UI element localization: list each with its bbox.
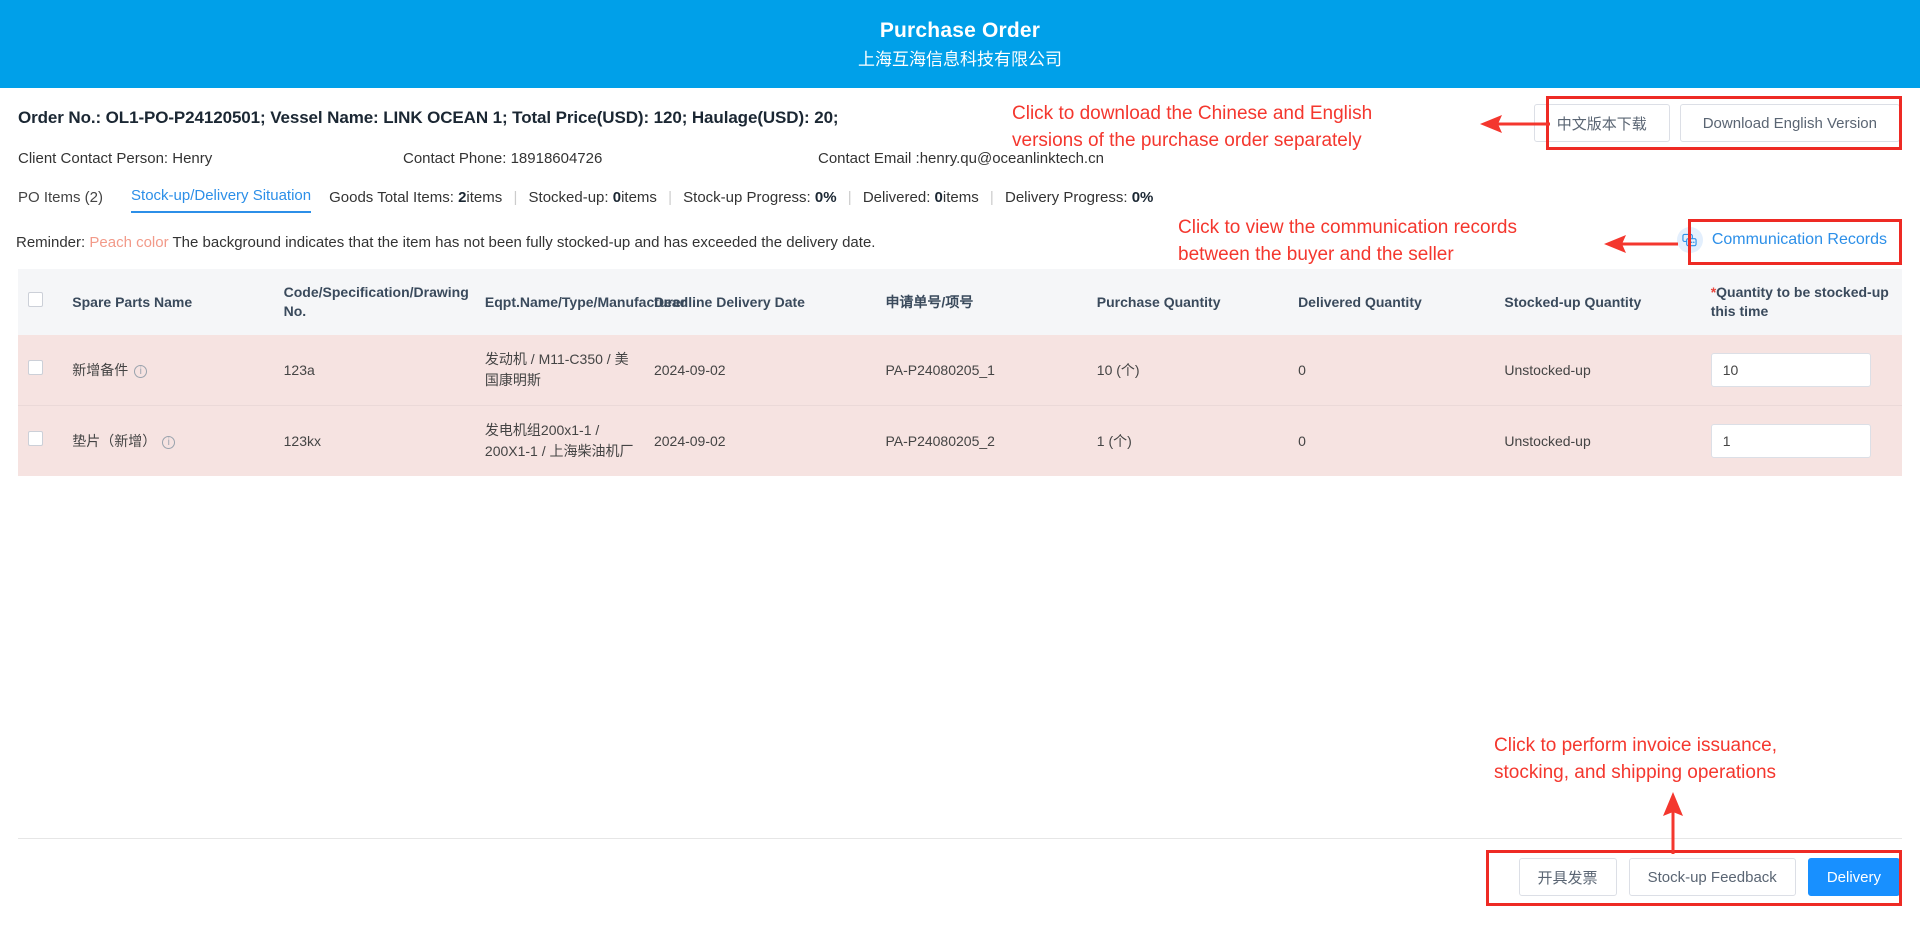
- cell-application-no: PA-P24080205_2: [885, 432, 995, 449]
- tab-stockup-delivery-situation[interactable]: Stock-up/Delivery Situation: [131, 187, 312, 213]
- stat-stocked-up-label: Stocked-up:: [528, 189, 609, 206]
- stat-delivered-label: Delivered:: [862, 189, 931, 206]
- stat-delivery-progress-value: 0: [1131, 189, 1141, 206]
- cell-code: 123a: [273, 335, 475, 406]
- info-icon[interactable]: i: [162, 435, 176, 449]
- purchase-order-page: Purchase Order 上海互海信息科技有限公司 Order No.: O…: [0, 0, 1920, 937]
- cell-deadline: 2024-09-02: [653, 432, 726, 449]
- download-button-group: 中文版本下载 Download English Version: [1533, 104, 1900, 142]
- items-table-head: Spare Parts Name Code/Specification/Draw…: [18, 269, 1902, 335]
- client-contact-person: Client Contact Person: Henry: [18, 150, 213, 167]
- cell-spare-parts-name: 垫片（新增） i: [62, 406, 273, 477]
- header-quantity-to-be-stocked-up: *Quantity to be stocked-up this time: [1700, 269, 1902, 335]
- stat-divider: |: [513, 189, 518, 206]
- stat-goods-total-label: Goods Total Items:: [329, 189, 454, 206]
- cell-application-no: PA-P24080205_1: [875, 335, 1087, 406]
- reminder-text: Reminder: Peach color The background ind…: [16, 234, 875, 251]
- header-stocked-up-quantity: Stocked-up Quantity: [1494, 269, 1701, 335]
- table-row: 新增备件 i 123a 发动机 / M11-C350 / 美国康明斯 2024-0…: [18, 335, 1902, 406]
- stat-delivery-progress-label: Delivery Progress:: [1004, 189, 1128, 206]
- table-header-row: Spare Parts Name Code/Specification/Draw…: [18, 269, 1902, 335]
- cell-code: 123kx: [283, 432, 321, 449]
- stat-delivery-progress-unit: %: [1140, 189, 1154, 206]
- cell-eqpt: 发动机 / M11-C350 / 美国康明斯: [474, 335, 644, 406]
- row-checkbox[interactable]: [28, 430, 43, 446]
- select-all-checkbox[interactable]: [28, 292, 43, 307]
- header-spare-parts-name: Spare Parts Name: [62, 269, 274, 335]
- header-delivered-quantity: Delivered Quantity: [1288, 269, 1495, 335]
- stat-stockup-progress-label: Stock-up Progress:: [683, 189, 811, 206]
- communication-records-button[interactable]: Communication Records: [1665, 220, 1902, 260]
- table-row: 垫片（新增） i 123kx 发电机组200x1-1 / 200X1-1 / 上海…: [18, 405, 1902, 477]
- stat-divider: |: [668, 189, 672, 206]
- contact-row: Client Contact Person: Henry Contact Pho…: [18, 149, 1902, 169]
- download-chinese-version-button[interactable]: 中文版本下载: [1533, 104, 1670, 142]
- chat-bubble-icon: [1676, 227, 1703, 253]
- tab-po-items[interactable]: PO Items (2): [18, 189, 103, 213]
- quantity-to-stock-input[interactable]: [1710, 424, 1871, 458]
- communication-records-label: Communication Records: [1711, 231, 1887, 248]
- stat-stockup-progress-unit: %: [823, 189, 837, 206]
- footer-annotation-arrow: [1663, 792, 1683, 854]
- cell-deadline: 2024-09-02: [643, 335, 876, 406]
- footer-annotation-text: Click to perform invoice issuance, stock…: [1494, 735, 1777, 783]
- cell-stocked-up-quantity: Unstocked-up: [1494, 335, 1701, 406]
- header-purchase-quantity: Purchase Quantity: [1086, 269, 1289, 335]
- contact-email: Contact Email :henry.qu@oceanlinktech.cn: [818, 150, 1104, 167]
- stat-stockup-progress-value: 0: [814, 189, 824, 206]
- tabs-and-stats: PO Items (2) Stock-up/Delivery Situation…: [18, 187, 1902, 213]
- footer-action-bar: 开具发票 Stock-up Feedback Delivery: [1518, 858, 1900, 896]
- stat-divider: |: [989, 189, 994, 206]
- quantity-to-stock-input[interactable]: [1710, 353, 1871, 387]
- header-code-specification: Code/Specification/Drawing No.: [273, 269, 475, 335]
- stat-goods-total-unit: items: [466, 189, 503, 206]
- stat-stocked-up-value: 0: [612, 189, 622, 206]
- stats-summary: Goods Total Items: 2items | Stocked-up: …: [329, 189, 1153, 213]
- row-select-cell: [18, 335, 63, 406]
- cell-delivered-quantity: 0: [1298, 432, 1306, 449]
- reminder-body: The background indicates that the item h…: [172, 233, 876, 251]
- row-select-cell: [18, 406, 62, 477]
- info-icon[interactable]: i: [134, 364, 148, 378]
- spare-part-name-text: 新增备件: [72, 361, 129, 378]
- stat-stocked-up-unit: items: [621, 189, 657, 206]
- contact-phone: Contact Phone: 18918604726: [403, 150, 603, 167]
- header-quantity-label: Quantity to be stocked-up this time: [1710, 284, 1889, 319]
- cell-purchase-quantity: 1 (个): [1096, 432, 1132, 449]
- cell-spare-parts-name: 新增备件 i: [62, 335, 274, 406]
- delivery-button[interactable]: Delivery: [1807, 858, 1900, 896]
- items-table-wrapper: Spare Parts Name Code/Specification/Draw…: [0, 269, 1920, 476]
- cell-quantity-input: [1700, 335, 1902, 406]
- stat-divider: |: [847, 189, 852, 206]
- footer-divider: [18, 838, 1902, 839]
- header-deadline-delivery-date: Deadline Delivery Date: [643, 269, 876, 335]
- reminder-row: Reminder: Peach color The background ind…: [0, 227, 1920, 257]
- header-select-all: [18, 269, 63, 335]
- issue-invoice-button[interactable]: 开具发票: [1518, 858, 1617, 896]
- cell-purchase-quantity: 10 (个): [1086, 335, 1289, 406]
- spare-part-name-text: 垫片（新增）: [72, 432, 157, 449]
- row-checkbox[interactable]: [28, 359, 43, 375]
- cell-quantity-input: [1701, 406, 1902, 477]
- cell-stocked-up-quantity: Unstocked-up: [1504, 432, 1591, 449]
- cell-eqpt: 发电机组200x1-1 / 200X1-1 / 上海柴油机厂: [484, 422, 634, 459]
- download-english-version-button[interactable]: Download English Version: [1679, 104, 1900, 142]
- stat-delivered-value: 0: [934, 189, 943, 206]
- header-application-no: 申请单号/项号: [875, 269, 1087, 335]
- cell-delivered-quantity: 0: [1288, 335, 1495, 406]
- items-table-body: 新增备件 i 123a 发动机 / M11-C350 / 美国康明斯 2024-0…: [18, 335, 1902, 476]
- stock-up-feedback-button[interactable]: Stock-up Feedback: [1628, 858, 1796, 896]
- reminder-highlight: Peach color: [89, 233, 169, 251]
- header-eqpt-name-type: Eqpt.Name/Type/Manufacturer: [474, 269, 686, 335]
- page-title: Purchase Order: [879, 18, 1041, 42]
- stat-delivered-unit: items: [942, 189, 979, 206]
- page-header-banner: Purchase Order 上海互海信息科技有限公司: [0, 0, 1920, 88]
- items-table: Spare Parts Name Code/Specification/Draw…: [18, 269, 1902, 476]
- company-name: 上海互海信息科技有限公司: [858, 50, 1062, 70]
- reminder-prefix: Reminder:: [16, 233, 86, 251]
